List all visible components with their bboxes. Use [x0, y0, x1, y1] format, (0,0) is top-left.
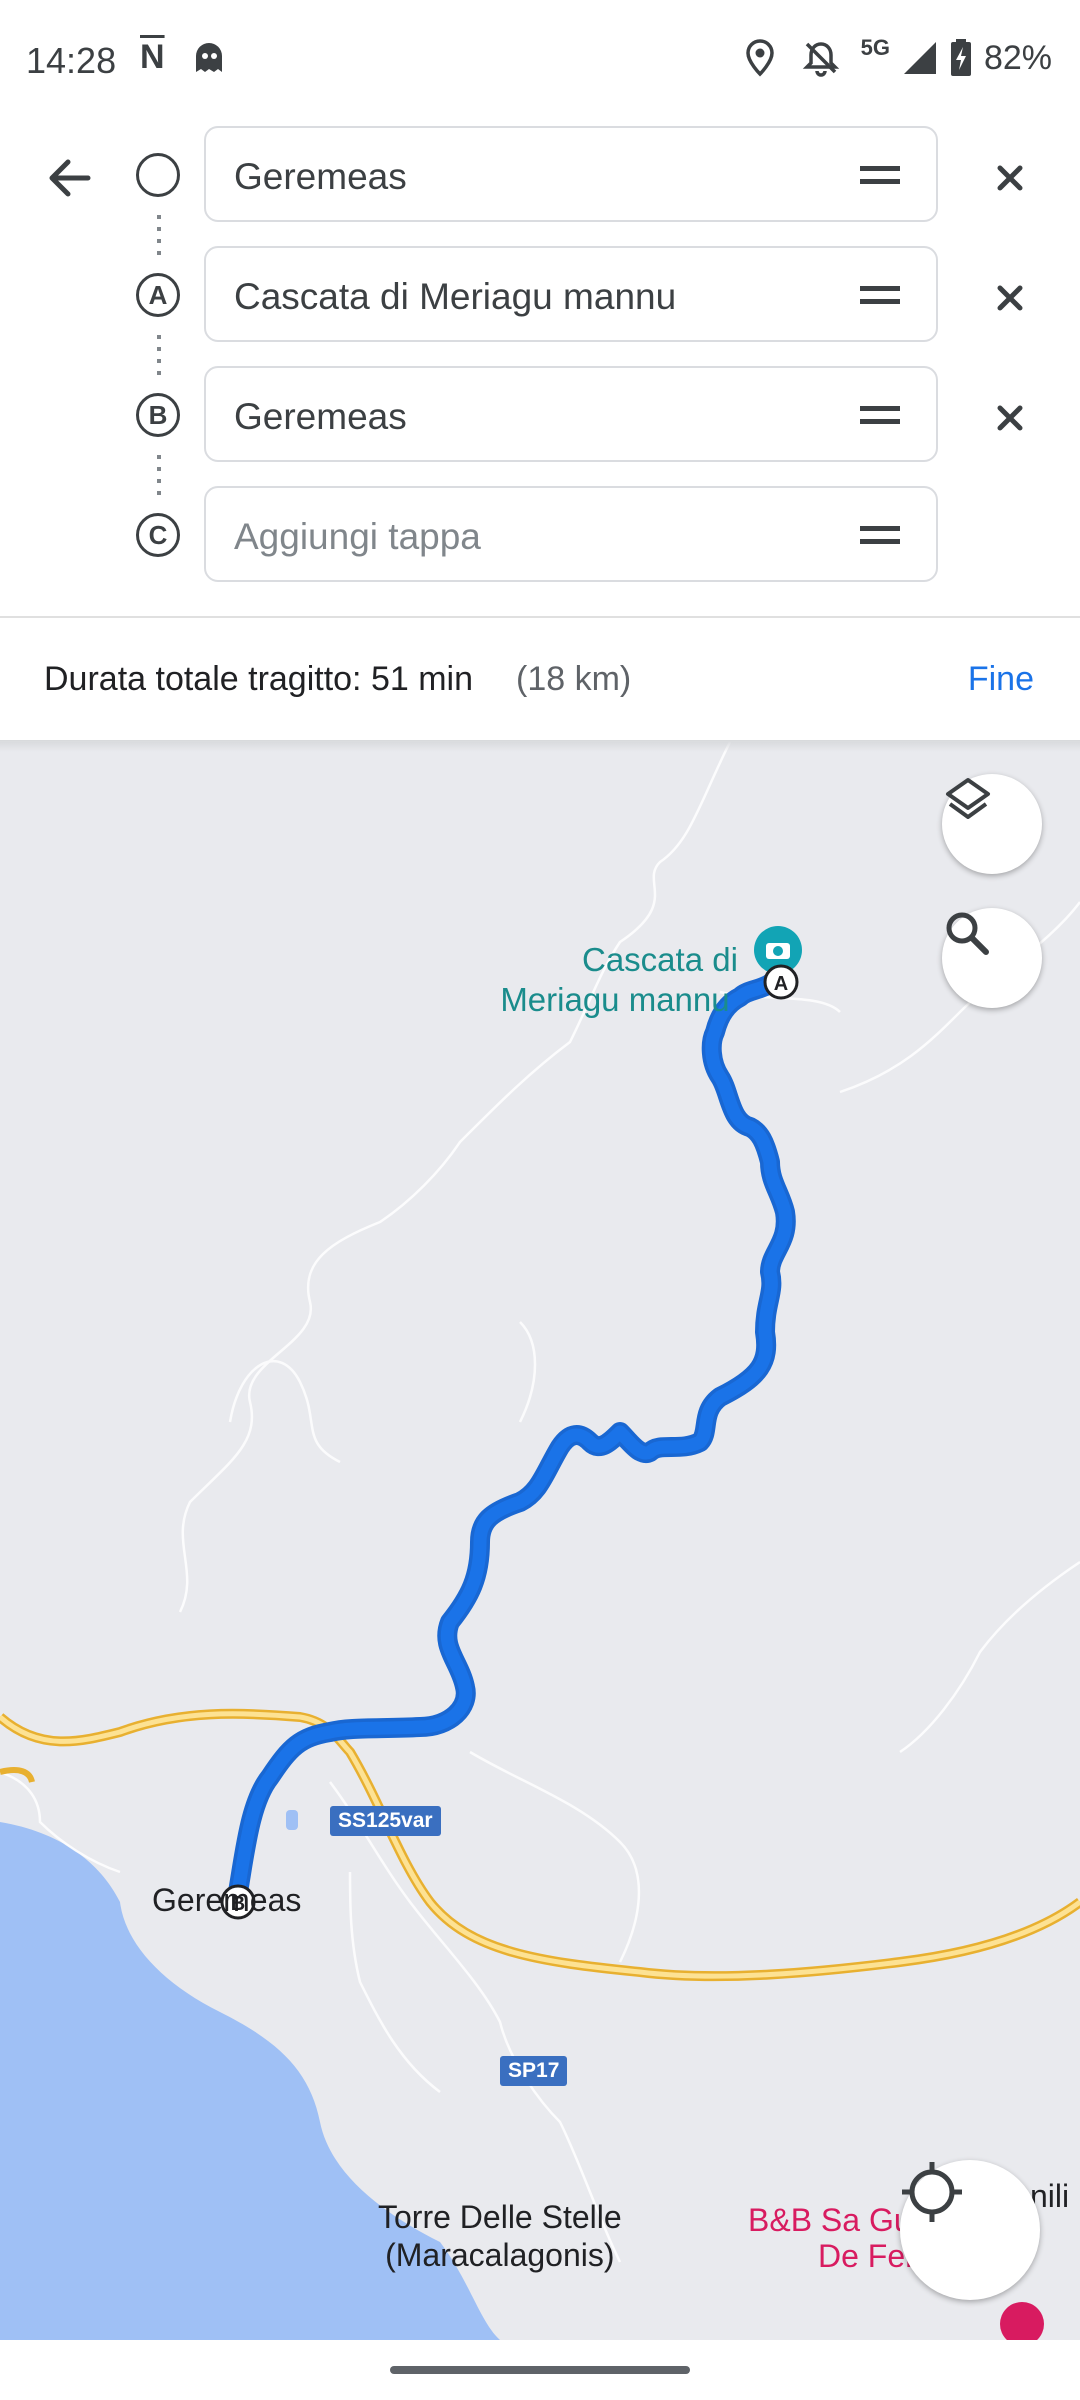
add-stop-placeholder: Aggiungi tappa	[234, 516, 481, 557]
pond	[286, 1810, 298, 1830]
battery-icon	[950, 39, 971, 76]
location-icon	[745, 39, 774, 77]
poi-label-line1: Cascata di	[582, 941, 738, 978]
ghost-icon	[196, 43, 222, 72]
route-summary: Durata totale tragitto: 51 min (18 km) F…	[0, 618, 1080, 742]
stop-a-letter: A	[148, 279, 168, 310]
drag-handle-icon[interactable]	[860, 406, 900, 424]
hotel-icon[interactable]	[1000, 2302, 1044, 2340]
marker-a-label: A	[774, 973, 788, 995]
back-arrow-icon[interactable]	[42, 150, 98, 206]
origin-value: Geremeas	[234, 156, 407, 197]
place-1-line1: Torre Delle Stelle	[378, 2199, 622, 2235]
stop-b-marker-icon: B	[136, 393, 180, 437]
total-distance: (18 km)	[516, 660, 632, 698]
origin-circle-icon	[136, 153, 180, 197]
layers-button[interactable]	[942, 774, 1042, 874]
town-label: Geremeas	[152, 1882, 302, 1918]
road-badge-sp17: SP17	[500, 2056, 568, 2086]
battery-percent: 82%	[983, 38, 1052, 77]
stop-c-letter: C	[148, 519, 168, 550]
stop-a-marker-icon: A	[136, 273, 180, 317]
stop-a-value: Cascata di Meriagu mannu	[234, 276, 677, 317]
route-line	[231, 965, 793, 1899]
signal-icon	[903, 42, 936, 74]
remove-stop-b-icon[interactable]	[990, 398, 1030, 438]
done-button[interactable]: Fine	[968, 660, 1034, 699]
layers-icon	[946, 778, 990, 819]
drag-handle-icon[interactable]	[860, 526, 900, 544]
origin-field[interactable]: Geremeas	[204, 126, 938, 222]
poi-label-line2: Meriagu mannu	[500, 981, 730, 1018]
stop-c-marker-icon: C	[136, 513, 180, 557]
route-dots	[157, 215, 161, 255]
gesture-navbar	[0, 2340, 1080, 2400]
place-label-torre[interactable]: Torre Delle Stelle (Maracalagonis)	[378, 2198, 622, 2274]
total-duration: Durata totale tragitto: 51 min	[44, 660, 474, 698]
route-dots	[157, 455, 161, 495]
stop-b-letter: B	[148, 399, 168, 430]
place-1-line2: (Maracalagonis)	[385, 2237, 615, 2273]
poi-label[interactable]: Cascata di Meriagu mannu	[492, 940, 738, 1020]
remove-stop-origin-icon[interactable]	[990, 158, 1030, 198]
status-bar: 14:28 N 5G 82%	[0, 0, 1080, 120]
highway-ss125	[0, 1708, 1080, 1982]
drag-handle-icon[interactable]	[860, 166, 900, 184]
crosshair-icon	[902, 2162, 962, 2222]
drag-handle-icon[interactable]	[860, 286, 900, 304]
stop-b-field[interactable]: Geremeas	[204, 366, 938, 462]
mute-bell-icon	[802, 42, 839, 77]
search-icon	[946, 912, 989, 955]
search-button[interactable]	[942, 908, 1042, 1008]
route-editor: Geremeas A Cascata di Meriagu mannu B Ge…	[0, 120, 1080, 618]
my-location-button[interactable]	[900, 2160, 1040, 2300]
stop-b-value: Geremeas	[234, 396, 407, 437]
add-stop-field[interactable]: Aggiungi tappa	[204, 486, 938, 582]
notification-n-icon: N	[140, 38, 165, 76]
home-indicator[interactable]	[390, 2366, 690, 2374]
route-dots	[157, 335, 161, 375]
stop-a-field[interactable]: Cascata di Meriagu mannu	[204, 246, 938, 342]
map-view[interactable]: A B Cascata di Meriagu mannu Geremeas SS…	[0, 742, 1080, 2340]
status-icons: 5G 82%	[745, 35, 1052, 80]
remove-stop-a-icon[interactable]	[990, 278, 1030, 318]
status-time: 14:28	[26, 40, 117, 81]
road-badge-ss125var: SS125var	[330, 1806, 441, 1836]
summary-shadow	[0, 740, 1080, 752]
network-type: 5G	[860, 35, 890, 60]
